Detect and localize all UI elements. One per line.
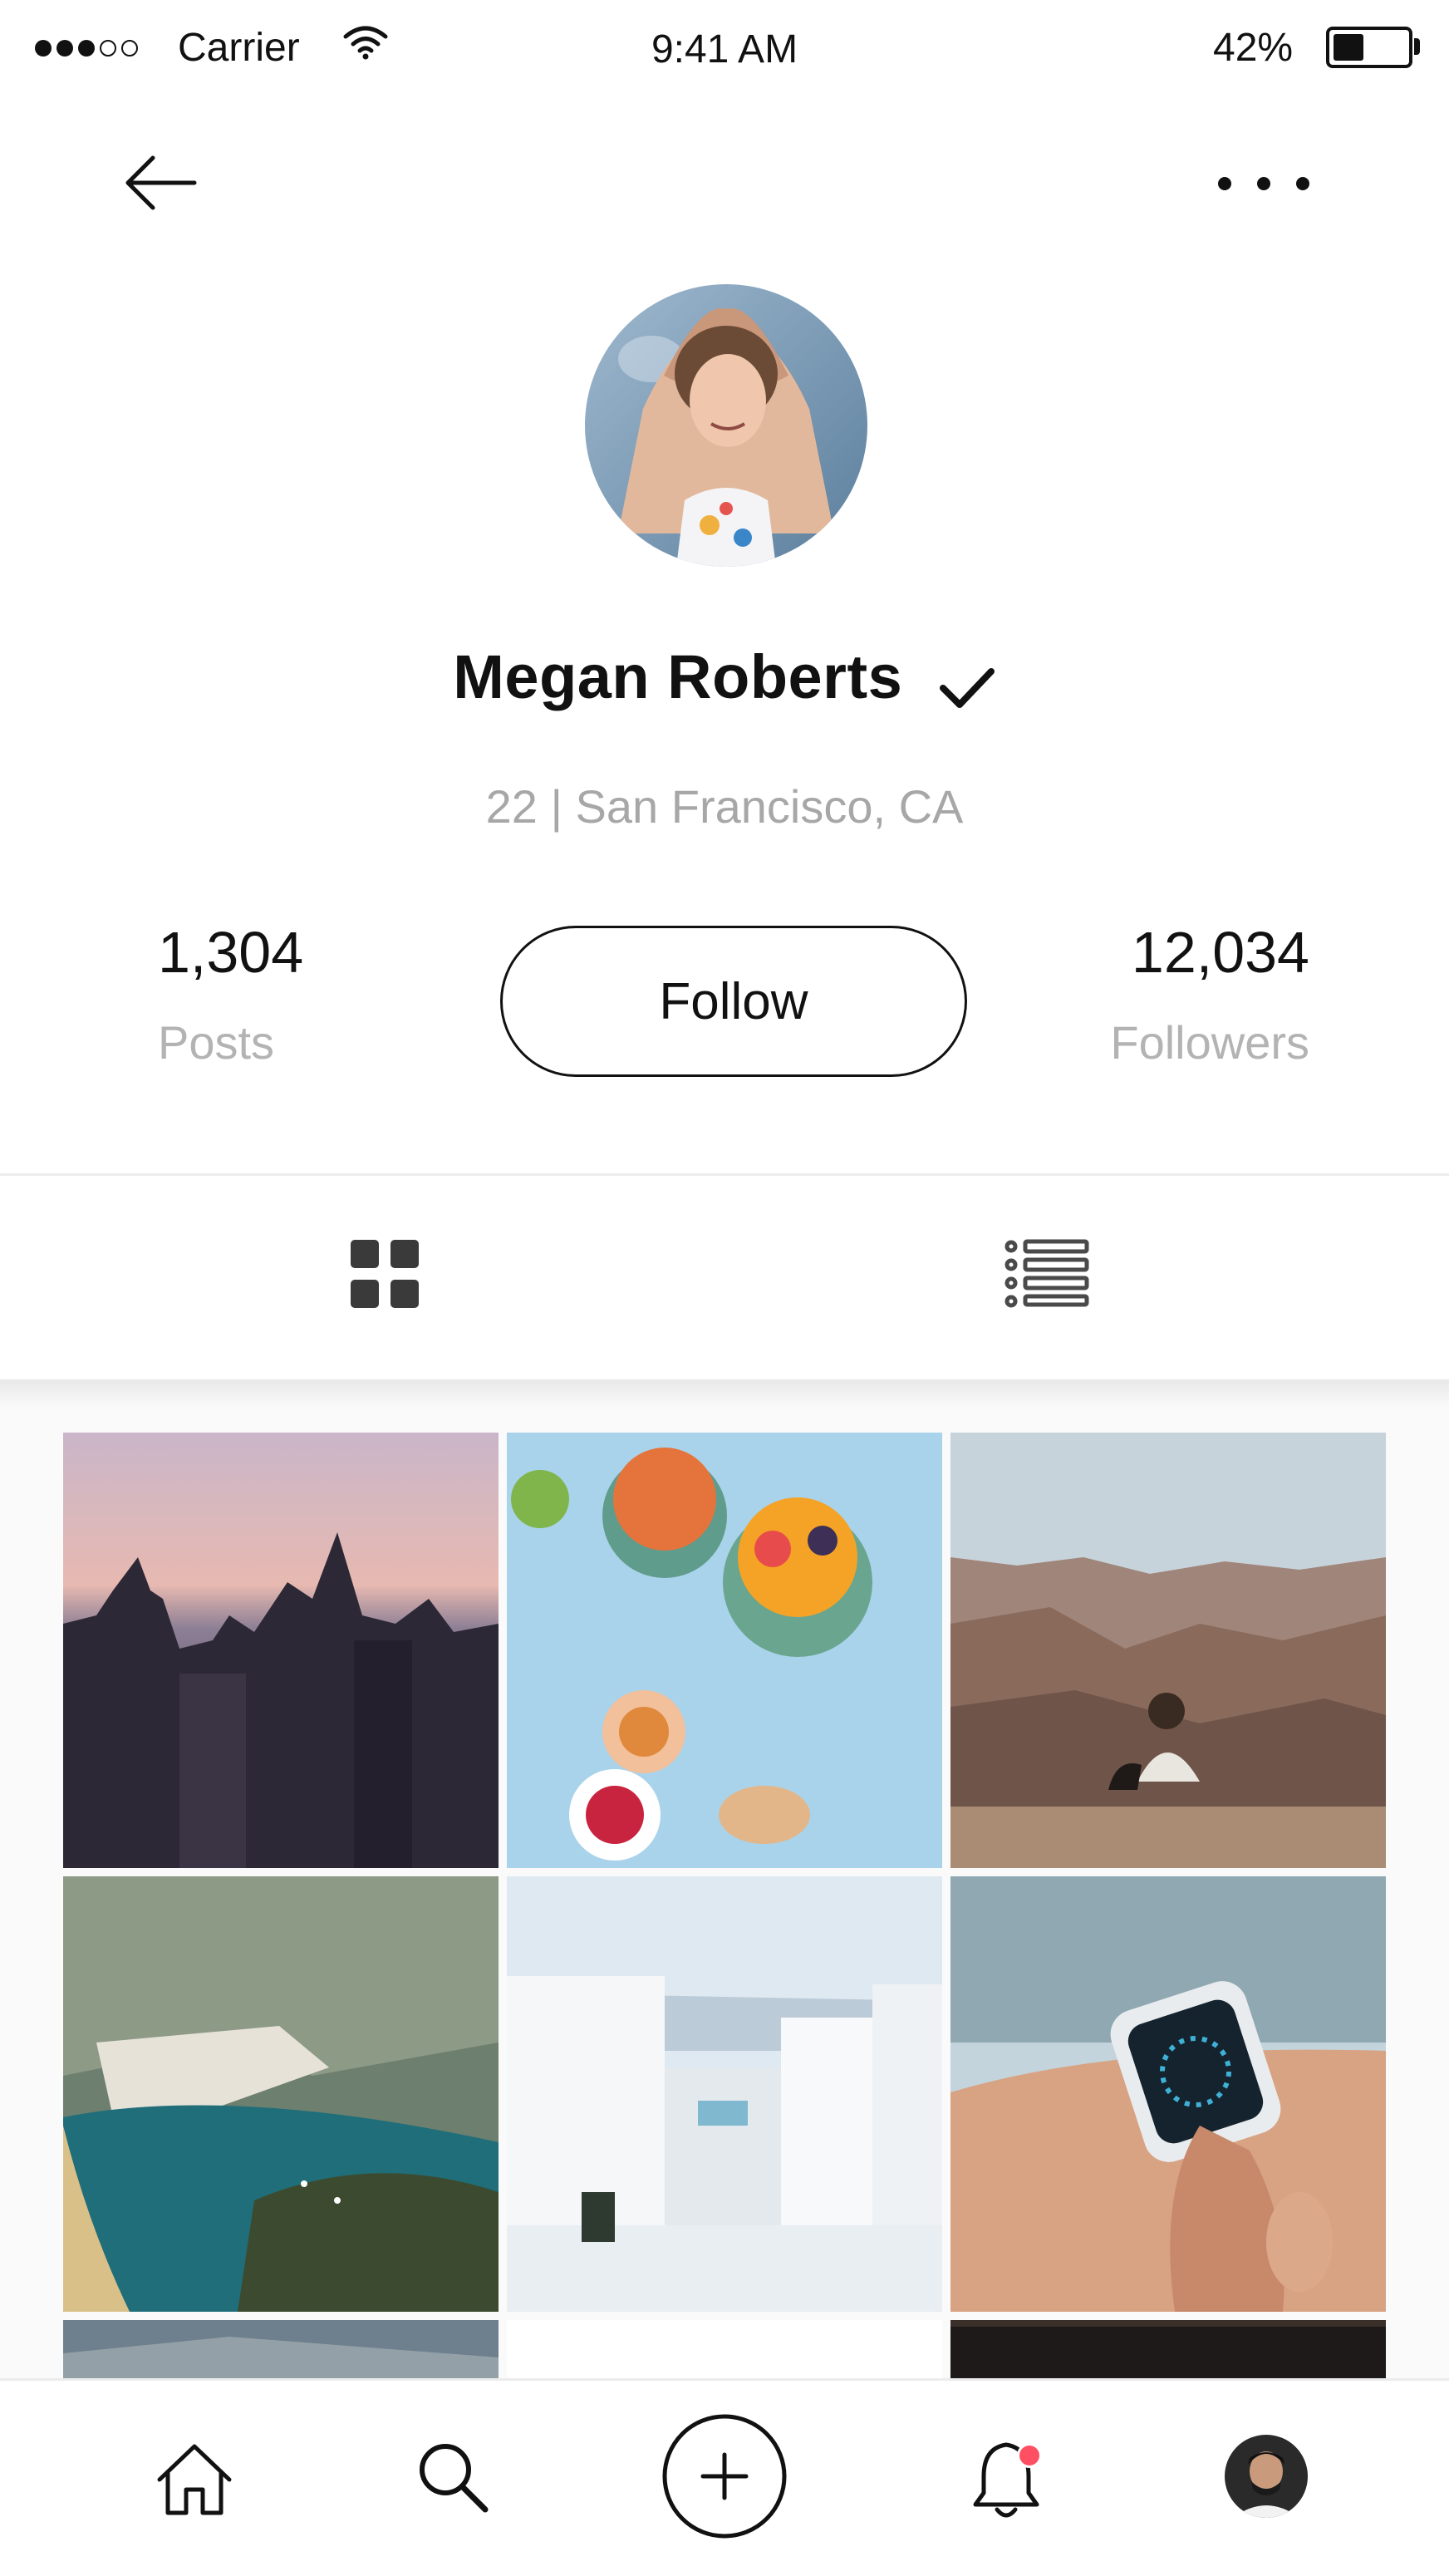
profile-avatar-tab[interactable] [1225,2435,1308,2518]
arrow-left-icon[interactable] [121,150,201,216]
avatar-image [585,284,867,567]
profile-name: Megan Roberts [453,642,903,711]
photo-coastal-bay[interactable] [63,1876,499,2312]
home-icon[interactable] [155,2441,234,2518]
battery-cap [1414,38,1420,55]
photo-partial-landscape[interactable] [63,2320,499,2378]
profile-avatar[interactable] [585,284,867,567]
follow-button[interactable]: Follow [500,926,967,1077]
posts-label: Posts [158,1016,275,1069]
battery-icon [1326,27,1412,68]
posts-count: 1,304 [158,920,304,985]
photo-partial-white[interactable] [507,2320,942,2378]
checkmark-icon [939,667,995,708]
photo-smartwatch[interactable] [950,1876,1386,2312]
followers-label: Followers [1110,1016,1309,1069]
photo-smoothie-bowls[interactable] [507,1433,942,1868]
search-icon[interactable] [415,2440,490,2515]
photo-canyon-view[interactable] [950,1433,1386,1868]
section-divider [0,1173,1449,1176]
photo-city-skyline[interactable] [63,1433,499,1868]
followers-count: 12,034 [1131,920,1309,985]
notification-badge [1017,2443,1042,2468]
photo-white-buildings[interactable] [507,1876,942,2312]
list-view-icon[interactable] [1004,1238,1090,1308]
grid-view-icon[interactable] [349,1238,420,1310]
tabs-shadow [0,1379,1449,1409]
profile-subtitle: 22 | San Francisco, CA [485,780,964,833]
battery-percentage: 42% [1213,26,1294,70]
profile-name-row: Megan Roberts [0,642,1449,718]
status-bar: Carrier 9:41 AM 42% [0,0,1449,100]
photo-partial-dark[interactable] [950,2320,1386,2378]
add-icon[interactable] [661,2413,788,2539]
more-horizontal-icon[interactable] [1218,163,1309,204]
